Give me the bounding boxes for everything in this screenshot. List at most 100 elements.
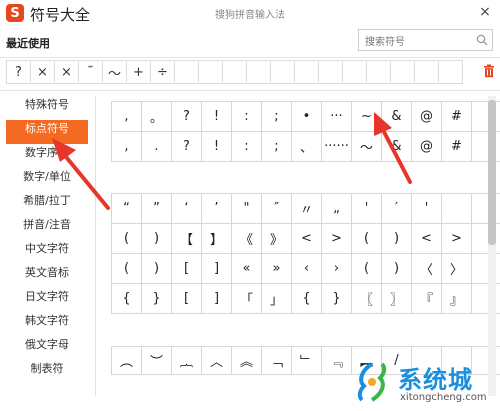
symbol-cell[interactable]: &: [382, 102, 412, 132]
search-box[interactable]: [358, 29, 493, 53]
recent-symbol-cell[interactable]: [270, 60, 295, 84]
symbol-cell[interactable]: ︽: [232, 347, 262, 375]
symbol-cell[interactable]: 》: [262, 224, 292, 254]
sidebar-item[interactable]: 希腊/拉丁: [6, 192, 88, 216]
symbol-cell[interactable]: ﹁: [262, 347, 292, 375]
symbol-cell[interactable]: #: [442, 102, 472, 132]
recent-symbol-cell[interactable]: ˜: [78, 60, 103, 84]
symbol-cell[interactable]: ): [142, 254, 172, 284]
symbol-cell[interactable]: ～: [352, 132, 382, 162]
symbol-cell[interactable]: !: [202, 102, 232, 132]
symbol-cell[interactable]: >: [442, 224, 472, 254]
symbol-cell[interactable]: {: [292, 284, 322, 314]
sidebar-item[interactable]: 标点符号: [6, 120, 88, 144]
symbol-cell[interactable]: 【: [172, 224, 202, 254]
symbol-cell[interactable]: ,: [112, 132, 142, 162]
recent-symbol-cell[interactable]: +: [126, 60, 151, 84]
symbol-cell[interactable]: 〉: [442, 254, 472, 284]
search-input[interactable]: [359, 32, 471, 53]
symbol-cell[interactable]: ": [232, 194, 262, 224]
symbol-cell[interactable]: 『: [412, 284, 442, 314]
symbol-cell[interactable]: ······: [322, 132, 352, 162]
symbol-cell[interactable]: :: [232, 102, 262, 132]
sidebar-item[interactable]: 特殊符号: [6, 96, 88, 120]
recent-symbol-cell[interactable]: [414, 60, 439, 84]
symbol-cell[interactable]: (: [352, 254, 382, 284]
symbol-cell[interactable]: ]: [202, 254, 232, 284]
symbol-cell[interactable]: ‘: [172, 194, 202, 224]
symbol-cell[interactable]: 〖: [352, 284, 382, 314]
symbol-cell[interactable]: ”: [142, 194, 172, 224]
symbol-cell[interactable]: ›: [322, 254, 352, 284]
symbol-cell[interactable]: 」: [262, 284, 292, 314]
symbol-cell[interactable]: (: [352, 224, 382, 254]
sidebar-item[interactable]: 制表符: [6, 360, 88, 384]
recent-symbol-cell[interactable]: ×: [30, 60, 55, 84]
symbol-cell[interactable]: ︵: [112, 347, 142, 375]
symbol-cell[interactable]: «: [232, 254, 262, 284]
scrollbar-thumb[interactable]: [488, 100, 496, 245]
symbol-cell[interactable]: 「: [232, 284, 262, 314]
symbol-cell[interactable]: 、: [292, 132, 322, 162]
symbol-cell[interactable]: ?: [172, 102, 202, 132]
symbol-cell[interactable]: ): [142, 224, 172, 254]
recent-symbol-cell[interactable]: [174, 60, 199, 84]
symbol-cell[interactable]: ): [382, 224, 412, 254]
search-icon[interactable]: [476, 34, 488, 46]
symbol-cell[interactable]: 』: [442, 284, 472, 314]
recent-symbol-cell[interactable]: [342, 60, 367, 84]
symbol-cell[interactable]: ‹: [292, 254, 322, 284]
recent-symbol-cell[interactable]: [246, 60, 271, 84]
sidebar-item[interactable]: 英文音标: [6, 264, 88, 288]
recent-symbol-cell[interactable]: [294, 60, 319, 84]
symbol-cell[interactable]: @: [412, 132, 442, 162]
symbol-cell[interactable]: >: [322, 224, 352, 254]
symbol-cell[interactable]: “: [112, 194, 142, 224]
symbol-cell[interactable]: ;: [262, 102, 292, 132]
symbol-cell[interactable]: »: [262, 254, 292, 284]
symbol-cell[interactable]: ;: [262, 132, 292, 162]
symbol-cell[interactable]: }: [322, 284, 352, 314]
symbol-cell[interactable]: [442, 194, 472, 224]
symbol-cell[interactable]: „: [322, 194, 352, 224]
recent-symbol-cell[interactable]: [366, 60, 391, 84]
sidebar-item[interactable]: 拼音/注音: [6, 216, 88, 240]
sidebar-item[interactable]: 中文字符: [6, 240, 88, 264]
recent-symbol-cell[interactable]: [390, 60, 415, 84]
symbol-cell[interactable]: 〗: [382, 284, 412, 314]
symbol-cell[interactable]: ″: [262, 194, 292, 224]
symbol-cell[interactable]: [: [172, 254, 202, 284]
recent-symbol-cell[interactable]: [438, 60, 463, 84]
symbol-cell[interactable]: 】: [202, 224, 232, 254]
symbol-cell[interactable]: :: [232, 132, 262, 162]
symbol-cell[interactable]: •: [292, 102, 322, 132]
symbol-cell[interactable]: <: [412, 224, 442, 254]
symbol-cell[interactable]: {: [112, 284, 142, 314]
symbol-cell[interactable]: ︷: [172, 347, 202, 375]
symbol-cell[interactable]: (: [112, 224, 142, 254]
recent-symbol-cell[interactable]: [222, 60, 247, 84]
sidebar-item[interactable]: 日文字符: [6, 288, 88, 312]
close-button[interactable]: ×: [476, 3, 494, 21]
symbol-cell[interactable]: ~: [352, 102, 382, 132]
sidebar-item[interactable]: 数字/单位: [6, 168, 88, 192]
recent-symbol-cell[interactable]: ÷: [150, 60, 175, 84]
symbol-cell[interactable]: .: [142, 132, 172, 162]
recent-symbol-cell[interactable]: [318, 60, 343, 84]
symbol-cell[interactable]: ,: [112, 102, 142, 132]
symbol-cell[interactable]: ′: [382, 194, 412, 224]
symbol-cell[interactable]: ···: [322, 102, 352, 132]
symbol-cell[interactable]: ﹃: [322, 347, 352, 375]
recent-symbol-cell[interactable]: [198, 60, 223, 84]
symbol-cell[interactable]: ): [382, 254, 412, 284]
symbol-cell[interactable]: ﹂: [292, 347, 322, 375]
symbol-cell[interactable]: ': [352, 194, 382, 224]
symbol-cell[interactable]: <: [292, 224, 322, 254]
sidebar-item[interactable]: 韩文字符: [6, 312, 88, 336]
symbol-cell[interactable]: 。: [142, 102, 172, 132]
trash-icon[interactable]: [483, 64, 495, 78]
symbol-cell[interactable]: ’: [202, 194, 232, 224]
symbol-cell[interactable]: }: [142, 284, 172, 314]
recent-symbol-cell[interactable]: ?: [6, 60, 31, 84]
symbol-cell[interactable]: ︿: [202, 347, 232, 375]
